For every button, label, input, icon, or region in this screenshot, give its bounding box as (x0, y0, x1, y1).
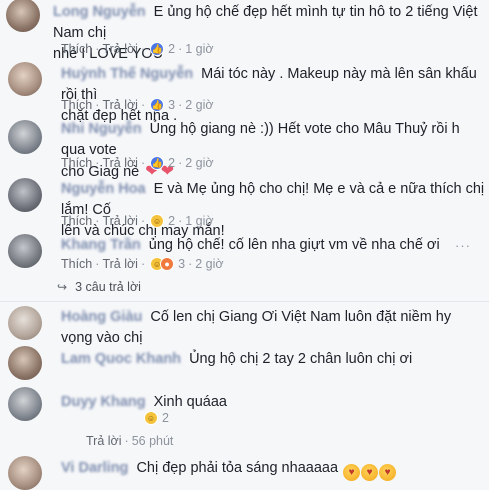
reply-arrow-icon: ↪ (57, 280, 68, 294)
avatar[interactable] (8, 120, 42, 154)
avatar[interactable] (8, 62, 42, 96)
like-link[interactable]: Thích (61, 156, 92, 170)
avatar[interactable] (8, 346, 42, 380)
like-reaction-icon: 👍 (150, 98, 165, 112)
comment-time[interactable]: 1 giờ (185, 42, 213, 56)
comment-thread: Long Nguyễn E ủng hộ chế đẹp hết mình tự… (0, 0, 489, 490)
comment-meta: Trả lời · 56 phút (86, 434, 174, 448)
comment-meta: Thích · Trả lời · ☺ ● 3 · 2 giờ (61, 257, 224, 271)
comment-meta: Thích · Trả lời · 👍 3 · 2 giờ (61, 98, 214, 112)
reaction-summary[interactable]: ☺ ● 3 (150, 257, 185, 271)
avatar[interactable] (8, 234, 42, 268)
like-link[interactable]: Thích (61, 42, 92, 56)
reaction-bubble[interactable]: ☺ 2 (144, 411, 169, 425)
comment-author[interactable]: Hoàng Giàu (61, 309, 142, 325)
comment-author[interactable]: Lam Quoc Khanh (61, 351, 181, 367)
reaction-summary[interactable]: ☺ 2 (150, 214, 175, 228)
like-link[interactable]: Thích (61, 214, 92, 228)
comment-text: ủng hộ chế! cố lên nha giựt vm về nha ch… (148, 237, 440, 253)
reply-link[interactable]: Trả lời (102, 98, 138, 112)
angry-reaction-icon: ● (160, 257, 175, 271)
reply-link[interactable]: Trả lời (102, 214, 138, 228)
more-options-icon[interactable]: ··· (455, 238, 471, 253)
kiss-emoji-icon: ♥ (343, 464, 361, 481)
avatar[interactable] (6, 0, 40, 32)
reply-link[interactable]: Trả lời (102, 42, 138, 56)
avatar[interactable] (8, 456, 42, 490)
reply-link[interactable]: Trả lời (86, 434, 122, 448)
reaction-summary[interactable]: 👍 2 (150, 42, 175, 56)
kiss-emoji-icon: ♥ (379, 464, 397, 481)
comment-author[interactable]: Vi Darling (61, 460, 128, 476)
kiss-emoji-icon: ♥ (361, 464, 379, 481)
avatar[interactable] (8, 178, 42, 212)
reply-link[interactable]: Trả lời (102, 156, 138, 170)
divider (0, 301, 489, 302)
comment-text: Xinh quáaa (153, 394, 227, 410)
comment-author[interactable]: Khang Trần (61, 237, 141, 253)
like-reaction-icon: 👍 (150, 42, 165, 56)
comment-time[interactable]: 2 giờ (195, 257, 223, 271)
comment-meta: Thích · Trả lời · 👍 2 · 2 giờ (61, 156, 214, 170)
comment-meta: Thích · Trả lời · ☺ 2 · 1 giờ (61, 214, 214, 228)
reply-link[interactable]: Trả lời (102, 257, 138, 271)
comment-text: Chị đẹp phải tỏa sáng nhaaaaa (136, 460, 339, 476)
comment-text: Ủng hộ chị 2 tay 2 chân luôn chị ơi (189, 351, 413, 367)
comment-author[interactable]: Duyy Khang (61, 394, 146, 410)
comment-author[interactable]: Long Nguyễn (53, 4, 146, 20)
avatar[interactable] (8, 387, 42, 421)
like-link[interactable]: Thích (61, 98, 92, 112)
comment-time[interactable]: 56 phút (132, 434, 174, 448)
reaction-summary[interactable]: 👍 2 (150, 156, 175, 170)
like-link[interactable]: Thích (61, 257, 92, 271)
comment-author[interactable]: Huỳnh Thế Nguyễn (61, 66, 193, 82)
haha-reaction-icon: ☺ (150, 214, 165, 228)
like-reaction-icon: 👍 (150, 156, 165, 170)
comment-author[interactable]: Nhi Nguyễn (61, 121, 142, 137)
comment-meta: Thích · Trả lời · 👍 2 · 1 giờ (61, 42, 214, 56)
comment-time[interactable]: 2 giờ (185, 98, 213, 112)
comment-time[interactable]: 1 giờ (185, 214, 213, 228)
haha-reaction-icon: ☺ (144, 411, 158, 425)
comment-time[interactable]: 2 giờ (185, 156, 213, 170)
view-replies-link[interactable]: ↪ 3 câu trả lời (57, 280, 141, 294)
comment-author[interactable]: Nguyễn Hoa (61, 181, 146, 197)
avatar[interactable] (8, 306, 42, 340)
reaction-summary[interactable]: 👍 3 (150, 98, 175, 112)
